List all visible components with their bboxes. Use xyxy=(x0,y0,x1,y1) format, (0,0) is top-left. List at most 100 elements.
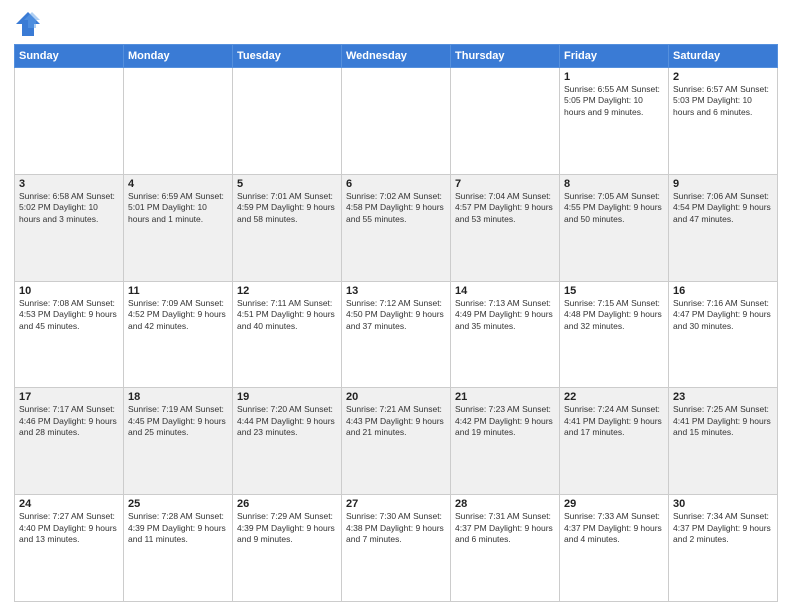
day-info: Sunrise: 7:24 AM Sunset: 4:41 PM Dayligh… xyxy=(564,404,664,438)
day-info: Sunrise: 7:15 AM Sunset: 4:48 PM Dayligh… xyxy=(564,298,664,332)
day-info: Sunrise: 6:58 AM Sunset: 5:02 PM Dayligh… xyxy=(19,191,119,225)
day-info: Sunrise: 7:13 AM Sunset: 4:49 PM Dayligh… xyxy=(455,298,555,332)
page: SundayMondayTuesdayWednesdayThursdayFrid… xyxy=(0,0,792,612)
day-number: 4 xyxy=(128,178,228,190)
day-number: 25 xyxy=(128,498,228,510)
day-info: Sunrise: 7:30 AM Sunset: 4:38 PM Dayligh… xyxy=(346,511,446,545)
day-number: 18 xyxy=(128,391,228,403)
calendar-cell: 20Sunrise: 7:21 AM Sunset: 4:43 PM Dayli… xyxy=(342,388,451,495)
calendar-cell xyxy=(124,68,233,175)
calendar-cell: 5Sunrise: 7:01 AM Sunset: 4:59 PM Daylig… xyxy=(233,174,342,281)
day-info: Sunrise: 7:08 AM Sunset: 4:53 PM Dayligh… xyxy=(19,298,119,332)
calendar-cell: 18Sunrise: 7:19 AM Sunset: 4:45 PM Dayli… xyxy=(124,388,233,495)
calendar-cell: 11Sunrise: 7:09 AM Sunset: 4:52 PM Dayli… xyxy=(124,281,233,388)
day-number: 10 xyxy=(19,285,119,297)
calendar-cell: 9Sunrise: 7:06 AM Sunset: 4:54 PM Daylig… xyxy=(669,174,778,281)
logo-icon xyxy=(14,10,42,38)
header xyxy=(14,10,778,38)
day-info: Sunrise: 7:05 AM Sunset: 4:55 PM Dayligh… xyxy=(564,191,664,225)
day-info: Sunrise: 7:16 AM Sunset: 4:47 PM Dayligh… xyxy=(673,298,773,332)
calendar-cell: 15Sunrise: 7:15 AM Sunset: 4:48 PM Dayli… xyxy=(560,281,669,388)
col-header-friday: Friday xyxy=(560,45,669,68)
calendar-table: SundayMondayTuesdayWednesdayThursdayFrid… xyxy=(14,44,778,602)
calendar-cell: 7Sunrise: 7:04 AM Sunset: 4:57 PM Daylig… xyxy=(451,174,560,281)
calendar-row-5: 24Sunrise: 7:27 AM Sunset: 4:40 PM Dayli… xyxy=(15,495,778,602)
day-number: 29 xyxy=(564,498,664,510)
col-header-wednesday: Wednesday xyxy=(342,45,451,68)
calendar-cell: 3Sunrise: 6:58 AM Sunset: 5:02 PM Daylig… xyxy=(15,174,124,281)
calendar-cell: 4Sunrise: 6:59 AM Sunset: 5:01 PM Daylig… xyxy=(124,174,233,281)
calendar-cell: 25Sunrise: 7:28 AM Sunset: 4:39 PM Dayli… xyxy=(124,495,233,602)
day-info: Sunrise: 7:02 AM Sunset: 4:58 PM Dayligh… xyxy=(346,191,446,225)
calendar-cell: 13Sunrise: 7:12 AM Sunset: 4:50 PM Dayli… xyxy=(342,281,451,388)
calendar-cell: 16Sunrise: 7:16 AM Sunset: 4:47 PM Dayli… xyxy=(669,281,778,388)
day-info: Sunrise: 7:06 AM Sunset: 4:54 PM Dayligh… xyxy=(673,191,773,225)
day-info: Sunrise: 7:11 AM Sunset: 4:51 PM Dayligh… xyxy=(237,298,337,332)
calendar-cell: 29Sunrise: 7:33 AM Sunset: 4:37 PM Dayli… xyxy=(560,495,669,602)
day-number: 3 xyxy=(19,178,119,190)
calendar-cell: 28Sunrise: 7:31 AM Sunset: 4:37 PM Dayli… xyxy=(451,495,560,602)
day-number: 16 xyxy=(673,285,773,297)
day-number: 5 xyxy=(237,178,337,190)
calendar-cell: 17Sunrise: 7:17 AM Sunset: 4:46 PM Dayli… xyxy=(15,388,124,495)
day-info: Sunrise: 6:59 AM Sunset: 5:01 PM Dayligh… xyxy=(128,191,228,225)
day-number: 15 xyxy=(564,285,664,297)
day-number: 28 xyxy=(455,498,555,510)
day-info: Sunrise: 7:19 AM Sunset: 4:45 PM Dayligh… xyxy=(128,404,228,438)
day-number: 23 xyxy=(673,391,773,403)
day-info: Sunrise: 7:09 AM Sunset: 4:52 PM Dayligh… xyxy=(128,298,228,332)
day-info: Sunrise: 7:21 AM Sunset: 4:43 PM Dayligh… xyxy=(346,404,446,438)
col-header-sunday: Sunday xyxy=(15,45,124,68)
calendar-cell: 8Sunrise: 7:05 AM Sunset: 4:55 PM Daylig… xyxy=(560,174,669,281)
calendar-header-row: SundayMondayTuesdayWednesdayThursdayFrid… xyxy=(15,45,778,68)
calendar-row-3: 10Sunrise: 7:08 AM Sunset: 4:53 PM Dayli… xyxy=(15,281,778,388)
col-header-monday: Monday xyxy=(124,45,233,68)
day-info: Sunrise: 7:25 AM Sunset: 4:41 PM Dayligh… xyxy=(673,404,773,438)
calendar-cell: 6Sunrise: 7:02 AM Sunset: 4:58 PM Daylig… xyxy=(342,174,451,281)
day-info: Sunrise: 7:17 AM Sunset: 4:46 PM Dayligh… xyxy=(19,404,119,438)
day-info: Sunrise: 7:23 AM Sunset: 4:42 PM Dayligh… xyxy=(455,404,555,438)
calendar-cell: 2Sunrise: 6:57 AM Sunset: 5:03 PM Daylig… xyxy=(669,68,778,175)
calendar-cell xyxy=(342,68,451,175)
day-number: 6 xyxy=(346,178,446,190)
day-number: 8 xyxy=(564,178,664,190)
day-info: Sunrise: 7:33 AM Sunset: 4:37 PM Dayligh… xyxy=(564,511,664,545)
day-info: Sunrise: 6:57 AM Sunset: 5:03 PM Dayligh… xyxy=(673,84,773,118)
logo xyxy=(14,10,46,38)
day-number: 13 xyxy=(346,285,446,297)
day-info: Sunrise: 7:34 AM Sunset: 4:37 PM Dayligh… xyxy=(673,511,773,545)
calendar-cell: 14Sunrise: 7:13 AM Sunset: 4:49 PM Dayli… xyxy=(451,281,560,388)
day-info: Sunrise: 7:20 AM Sunset: 4:44 PM Dayligh… xyxy=(237,404,337,438)
day-info: Sunrise: 7:29 AM Sunset: 4:39 PM Dayligh… xyxy=(237,511,337,545)
day-number: 2 xyxy=(673,71,773,83)
day-number: 24 xyxy=(19,498,119,510)
calendar-cell: 22Sunrise: 7:24 AM Sunset: 4:41 PM Dayli… xyxy=(560,388,669,495)
calendar-row-2: 3Sunrise: 6:58 AM Sunset: 5:02 PM Daylig… xyxy=(15,174,778,281)
calendar-cell: 1Sunrise: 6:55 AM Sunset: 5:05 PM Daylig… xyxy=(560,68,669,175)
day-number: 11 xyxy=(128,285,228,297)
calendar-cell: 10Sunrise: 7:08 AM Sunset: 4:53 PM Dayli… xyxy=(15,281,124,388)
day-info: Sunrise: 7:12 AM Sunset: 4:50 PM Dayligh… xyxy=(346,298,446,332)
day-info: Sunrise: 7:27 AM Sunset: 4:40 PM Dayligh… xyxy=(19,511,119,545)
calendar-cell: 12Sunrise: 7:11 AM Sunset: 4:51 PM Dayli… xyxy=(233,281,342,388)
day-number: 1 xyxy=(564,71,664,83)
calendar-cell: 30Sunrise: 7:34 AM Sunset: 4:37 PM Dayli… xyxy=(669,495,778,602)
calendar-cell xyxy=(233,68,342,175)
day-info: Sunrise: 6:55 AM Sunset: 5:05 PM Dayligh… xyxy=(564,84,664,118)
calendar-cell: 27Sunrise: 7:30 AM Sunset: 4:38 PM Dayli… xyxy=(342,495,451,602)
day-number: 30 xyxy=(673,498,773,510)
col-header-saturday: Saturday xyxy=(669,45,778,68)
calendar-cell: 19Sunrise: 7:20 AM Sunset: 4:44 PM Dayli… xyxy=(233,388,342,495)
day-info: Sunrise: 7:31 AM Sunset: 4:37 PM Dayligh… xyxy=(455,511,555,545)
day-number: 21 xyxy=(455,391,555,403)
day-number: 26 xyxy=(237,498,337,510)
day-number: 20 xyxy=(346,391,446,403)
day-number: 9 xyxy=(673,178,773,190)
calendar-row-4: 17Sunrise: 7:17 AM Sunset: 4:46 PM Dayli… xyxy=(15,388,778,495)
day-number: 22 xyxy=(564,391,664,403)
calendar-cell xyxy=(451,68,560,175)
day-number: 7 xyxy=(455,178,555,190)
day-number: 12 xyxy=(237,285,337,297)
calendar-cell xyxy=(15,68,124,175)
day-number: 27 xyxy=(346,498,446,510)
